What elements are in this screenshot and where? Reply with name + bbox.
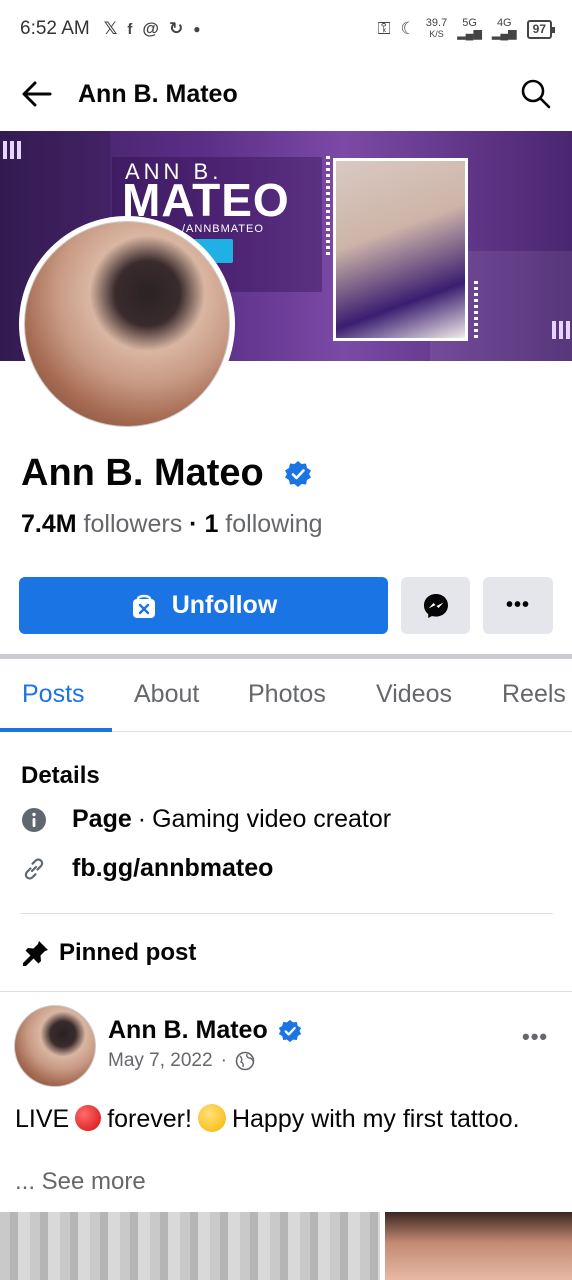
post-text-forever: forever! [107,1105,192,1133]
post-meta: May 7, 2022 · [108,1050,255,1072]
verified-badge-icon [278,1019,301,1042]
tab-photos[interactable]: Photos [248,680,326,709]
messenger-button[interactable] [401,577,470,634]
back-arrow-icon[interactable] [20,77,54,111]
avatar[interactable] [24,221,230,427]
red-circle-emoji-icon [75,1105,102,1131]
search-icon[interactable] [520,78,552,110]
pin-icon [23,941,48,966]
profile-name: Ann B. Mateo [21,452,264,494]
tab-posts[interactable]: Posts [22,680,85,709]
battery-indicator: 97 [526,19,556,39]
verified-badge-icon [284,460,311,487]
tab-about[interactable]: About [134,680,199,709]
cover-handle: /ANNBMATEO [182,223,264,235]
info-icon [22,807,46,832]
status-notification-icons: 𝕏 f @ ↻ ● [104,19,201,39]
followers-label[interactable]: followers [84,510,183,538]
profile-tabs: Posts About Photos Videos Reels [0,662,572,732]
post-meta-separator: · [220,1050,227,1071]
pinned-post-heading: Pinned post [21,938,196,968]
pinned-post-label: Pinned post [59,939,197,966]
notification-dot-icon: ● [193,22,201,36]
detail-separator: · [137,805,147,833]
detail-link-text[interactable]: fb.gg/annbmateo [72,854,273,883]
app-header: Ann B. Mateo [0,58,572,130]
vpn-key-icon: ⚿ [377,19,391,38]
profile-name-row: Ann B. Mateo [21,452,312,495]
status-time: 6:52 AM [20,18,90,39]
active-tab-indicator [0,728,112,732]
details-heading: Details [21,762,100,789]
post-text-tattoo: Happy with my first tattoo. [231,1105,520,1133]
following-label[interactable]: following [225,510,322,538]
dnd-moon-icon: ☾ [400,19,416,38]
link-icon [24,857,44,880]
post-options-button[interactable]: ••• [522,1024,548,1050]
net-speed-value: 39.7 [425,17,448,29]
post-author-avatar[interactable] [14,1005,96,1087]
globe-icon [235,1051,255,1071]
signal-4g: 4G ▂▄▆ [492,18,517,40]
signal-5g: 5G ▂▄▆ [457,18,482,40]
net-speed: 39.7 K/S [426,18,447,40]
messenger-icon [423,593,448,618]
detail-category: Gaming video creator [152,805,392,833]
unfollow-button[interactable]: Unfollow [19,577,388,634]
cover-dots-decoration [326,156,330,256]
followers-count[interactable]: 7.4M [21,510,77,538]
tab-reels[interactable]: Reels [502,680,566,709]
sync-app-icon: ↻ [169,19,184,38]
post-author-name[interactable]: Ann B. Mateo [108,1016,268,1045]
cover-dots-decoration [474,281,478,341]
tab-videos[interactable]: Videos [376,680,452,709]
following-count[interactable]: 1 [204,510,218,538]
unfollow-label: Unfollow [171,591,278,619]
cover-portrait [333,158,468,341]
stats-separator: · [189,510,198,538]
cover-grid-decoration [552,321,570,339]
post-text-live: LIVE [15,1105,70,1133]
detail-page-label: Page [72,805,132,833]
net-speed-unit: K/S [429,29,444,39]
cover-grid-decoration [3,141,21,159]
more-dots-icon: ••• [505,594,530,616]
follow-stats: 7.4M followers · 1 following [21,510,323,539]
post-date[interactable]: May 7, 2022 [108,1050,213,1072]
section-divider [0,654,572,659]
see-more-link[interactable]: ... See more [15,1168,146,1196]
post-text: LIVE forever! Happy with my first tattoo. [15,1102,555,1136]
status-bar: 6:52 AM 𝕏 f @ ↻ ● ⚿ ☾ 39.7 K/S 5G ▂▄▆ 4G… [0,0,572,58]
detail-link: fb.gg/annbmateo [21,854,273,883]
profile-avatar-frame[interactable] [19,216,235,432]
more-options-button[interactable]: ••• [483,577,553,634]
x-app-icon: 𝕏 [103,19,118,38]
header-title: Ann B. Mateo [78,79,238,108]
post-photo[interactable] [385,1212,572,1280]
unfollow-icon [132,594,155,618]
threads-app-icon: @ [142,19,159,38]
signal-bars-icon: ▂▄▆ [491,28,517,40]
status-right-icons: ⚿ ☾ 39.7 K/S 5G ▂▄▆ 4G ▂▄▆ 97 [377,18,556,40]
divider [21,913,553,914]
post-author-row: Ann B. Mateo [108,1016,302,1045]
signal-bars-icon: ▂▄▆ [457,28,482,40]
facebook-app-icon: f [127,20,133,38]
detail-page-category: Page · Gaming video creator [21,805,391,834]
post-photo[interactable] [0,1212,380,1280]
kissing-face-emoji-icon [197,1104,226,1132]
divider [0,991,572,992]
